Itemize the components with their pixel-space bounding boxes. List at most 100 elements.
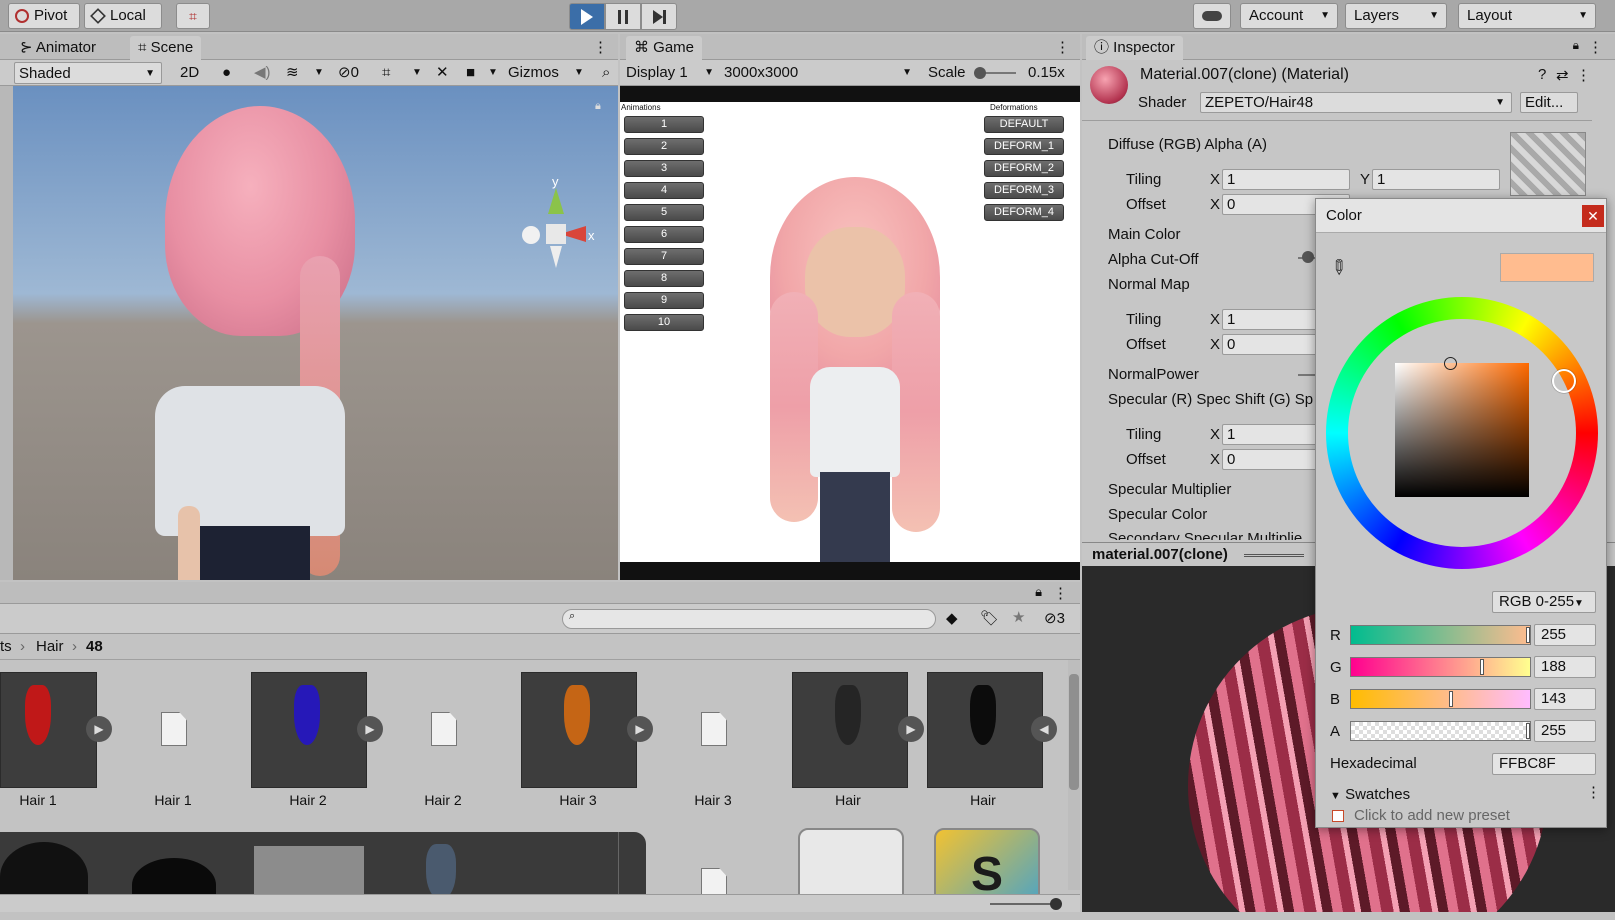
- animation-button[interactable]: 6: [624, 226, 704, 243]
- display-dropdown[interactable]: Display 1 ▼: [622, 62, 718, 84]
- normal-tiling-x-field[interactable]: 1: [1222, 309, 1322, 330]
- scrollbar-thumb[interactable]: [1069, 674, 1079, 790]
- sv-handle[interactable]: [1444, 357, 1457, 370]
- hue-handle[interactable]: [1552, 369, 1576, 393]
- pivot-button[interactable]: Pivot: [8, 3, 80, 29]
- file-icon[interactable]: [701, 712, 727, 746]
- chevron-down-icon[interactable]: ▼: [570, 62, 588, 84]
- audio-icon[interactable]: ◀︎): [250, 62, 275, 84]
- channel-value-r[interactable]: 255: [1534, 624, 1596, 646]
- deformation-button[interactable]: DEFORM_1: [984, 138, 1064, 155]
- slider-knob[interactable]: [1526, 723, 1530, 739]
- asset-thumbnail[interactable]: [0, 672, 97, 788]
- effects-icon[interactable]: ≋: [282, 62, 303, 84]
- more-options-icon[interactable]: ⋮: [1588, 38, 1603, 56]
- channel-value-g[interactable]: 188: [1534, 656, 1596, 678]
- account-dropdown[interactable]: Account ▼: [1240, 3, 1338, 29]
- vertical-scrollbar[interactable]: [1068, 660, 1080, 890]
- center-cube[interactable]: [546, 224, 566, 244]
- asset-label[interactable]: Hair: [798, 792, 898, 808]
- expand-arrow-icon[interactable]: ▶: [898, 716, 924, 742]
- chevron-down-icon[interactable]: ▼: [484, 62, 502, 84]
- expand-arrow-icon[interactable]: ▶: [627, 716, 653, 742]
- asset-thumbnail[interactable]: [521, 672, 637, 788]
- local-button[interactable]: Local: [84, 3, 162, 29]
- add-preset-swatch[interactable]: [1332, 810, 1344, 822]
- grid-toggle-icon[interactable]: ⌗: [378, 62, 394, 84]
- step-button[interactable]: [641, 3, 677, 30]
- search-icon[interactable]: ⌕: [598, 62, 614, 84]
- slider-knob[interactable]: [1449, 691, 1454, 707]
- tiling-x-field[interactable]: 1: [1222, 169, 1350, 190]
- label-icon[interactable]: 🏷︎: [980, 609, 999, 627]
- scene-visibility-toggle[interactable]: ⊘0: [334, 62, 363, 84]
- shading-mode-dropdown[interactable]: Shaded ▼: [14, 62, 162, 84]
- animation-button[interactable]: 3: [624, 160, 704, 177]
- expand-arrow-icon[interactable]: ▶: [357, 716, 383, 742]
- more-options-icon[interactable]: ⋮: [1586, 783, 1601, 801]
- layout-dropdown[interactable]: Layout ▼: [1458, 3, 1596, 29]
- chevron-down-icon[interactable]: ▼: [408, 62, 426, 84]
- pause-button[interactable]: [605, 3, 641, 30]
- more-options-icon[interactable]: ⋮: [1053, 584, 1068, 602]
- lock-icon[interactable]: 🔒︎: [595, 100, 601, 113]
- asset-thumbnail[interactable]: [927, 672, 1043, 788]
- asset-label[interactable]: Hair 2: [258, 792, 358, 808]
- drag-handle-icon[interactable]: [1244, 554, 1304, 557]
- normal-offset-x-field[interactable]: 0: [1222, 334, 1322, 355]
- animation-button[interactable]: 1: [624, 116, 704, 133]
- file-icon[interactable]: [161, 712, 187, 746]
- scale-slider-knob[interactable]: [974, 67, 986, 79]
- animation-button[interactable]: 5: [624, 204, 704, 221]
- tab-animator[interactable]: ⊱ Animator: [12, 36, 104, 60]
- tools-icon[interactable]: ✕: [432, 62, 453, 84]
- cloud-button[interactable]: [1193, 3, 1231, 29]
- asset-thumbnail[interactable]: [251, 672, 367, 788]
- favorite-star-icon[interactable]: ★: [1012, 608, 1025, 626]
- hair-model-icon[interactable]: [426, 844, 456, 900]
- close-button[interactable]: ✕: [1582, 205, 1604, 227]
- orientation-gizmo[interactable]: y x: [516, 174, 596, 276]
- channel-slider-g[interactable]: [1350, 657, 1531, 677]
- 2d-toggle[interactable]: 2D: [176, 62, 203, 84]
- filter-type-icon[interactable]: ◆: [946, 609, 958, 627]
- y-axis-cone[interactable]: [548, 188, 564, 214]
- asset-label[interactable]: Hair 1: [0, 792, 88, 808]
- gizmos-button[interactable]: Gizmos: [504, 62, 563, 84]
- file-icon[interactable]: [431, 712, 457, 746]
- eyedropper-icon[interactable]: ✎: [1324, 253, 1354, 283]
- breadcrumb-item[interactable]: ts: [0, 634, 12, 660]
- asset-label[interactable]: Hair 3: [528, 792, 628, 808]
- asset-label[interactable]: Hair 3: [663, 792, 763, 808]
- deformation-button[interactable]: DEFAULT: [984, 116, 1064, 133]
- shader-dropdown[interactable]: ZEPETO/Hair48 ▼: [1200, 92, 1512, 113]
- zoom-slider[interactable]: [990, 898, 1062, 910]
- zoom-slider-knob[interactable]: [1050, 898, 1062, 910]
- animation-button[interactable]: 10: [624, 314, 704, 331]
- lighting-icon[interactable]: ●: [218, 62, 235, 84]
- tiling-y-field[interactable]: 1: [1372, 169, 1500, 190]
- game-viewport[interactable]: Animations Deformations 1 2 3 4 5 6 7 8 9 10 DEFA…: [620, 86, 1080, 580]
- animation-button[interactable]: 7: [624, 248, 704, 265]
- asset-label[interactable]: Hair: [933, 792, 1033, 808]
- search-input[interactable]: ⌕: [562, 609, 936, 629]
- deformation-button[interactable]: DEFORM_3: [984, 182, 1064, 199]
- play-button[interactable]: [569, 3, 605, 30]
- edit-shader-button[interactable]: Edit...: [1520, 92, 1578, 113]
- resolution-dropdown[interactable]: 3000x3000 ▼: [720, 62, 916, 84]
- chevron-down-icon[interactable]: ▼: [310, 62, 328, 84]
- asset-label[interactable]: Hair 2: [393, 792, 493, 808]
- slider-knob[interactable]: [1479, 659, 1484, 675]
- deformation-button[interactable]: DEFORM_2: [984, 160, 1064, 177]
- snap-button[interactable]: ⌗: [176, 3, 210, 29]
- lock-icon[interactable]: 🔒︎: [1573, 38, 1579, 53]
- neg-y-cone[interactable]: [550, 246, 562, 268]
- animation-button[interactable]: 8: [624, 270, 704, 287]
- animation-button[interactable]: 4: [624, 182, 704, 199]
- hidden-packages-toggle[interactable]: ⊘3: [1044, 609, 1065, 627]
- tab-inspector[interactable]: ⓘ Inspector: [1086, 36, 1183, 60]
- z-axis-cone[interactable]: [522, 226, 540, 244]
- specular-tiling-x-field[interactable]: 1: [1222, 424, 1322, 445]
- breadcrumb-item[interactable]: 48: [86, 634, 103, 660]
- color-mode-dropdown[interactable]: RGB 0-255▼: [1492, 591, 1596, 613]
